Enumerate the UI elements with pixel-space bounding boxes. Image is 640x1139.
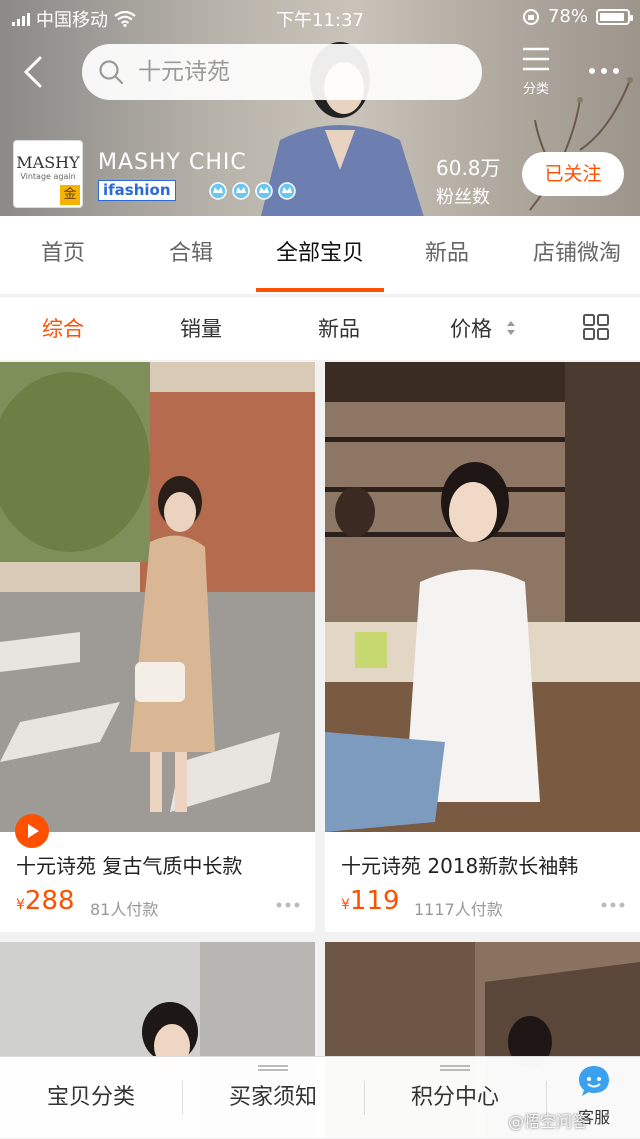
shop-logo[interactable]: MASHY Vintage again 金 [13, 140, 83, 208]
fans-label: 粉丝数 [436, 187, 490, 208]
product-image [325, 362, 640, 832]
shop-name: MASHY CHIC [98, 150, 247, 175]
product-card[interactable]: 十元诗苑 2018新款长袖韩 ¥119 1117人付款 [325, 362, 640, 932]
product-title[interactable]: 十元诗苑 2018新款长袖韩 [341, 850, 578, 879]
list-icon [523, 47, 549, 71]
sort-price[interactable]: 价格 [450, 297, 517, 361]
product-title[interactable]: 十元诗苑 复古气质中长款 [16, 850, 242, 879]
watermark: @悟空问答 [508, 1112, 589, 1131]
follow-button[interactable]: 已关注 [522, 152, 624, 196]
logo-text: MASHY [16, 153, 80, 172]
bottom-nav-label: 积分中心 [410, 1085, 499, 1110]
logo-subtext: Vintage again [20, 172, 76, 181]
play-icon [28, 824, 39, 838]
video-play-button[interactable] [15, 814, 49, 848]
category-label: 分类 [522, 82, 549, 97]
tab-microblog[interactable]: 店铺微淘 [518, 216, 636, 294]
sort-overall[interactable]: 综合 [42, 297, 84, 361]
bottom-nav-label: 买家须知 [228, 1085, 317, 1110]
more-options-icon[interactable] [600, 900, 626, 910]
status-bar: 中国移动 下午11:37 78% [0, 0, 640, 36]
search-icon [99, 60, 124, 85]
category-button[interactable]: 分类 [512, 46, 560, 98]
sort-sales[interactable]: 销量 [180, 297, 222, 361]
more-icon[interactable] [584, 56, 624, 86]
sort-new[interactable]: 新品 [318, 297, 360, 361]
tab-new[interactable]: 新品 [402, 216, 492, 294]
price-amount: 119 [349, 886, 400, 916]
ifashion-badge: ifashion [98, 180, 176, 201]
grid-view-icon[interactable] [583, 314, 609, 340]
tab-all-items[interactable]: 全部宝贝 [256, 216, 384, 294]
gold-badge: 金 [60, 185, 80, 205]
crown-icon [278, 182, 296, 200]
crown-icon [209, 182, 227, 200]
tab-home[interactable]: 首页 [18, 216, 108, 294]
currency-symbol: ¥ [341, 897, 350, 913]
crown-icon [232, 182, 250, 200]
bottom-nav-categories[interactable]: 宝贝分类 [0, 1057, 182, 1139]
sort-price-label: 价格 [450, 317, 492, 341]
active-tab-indicator [256, 288, 384, 292]
product-card[interactable]: 十元诗苑 复古气质中长款 ¥288 81人付款 [0, 362, 315, 932]
fans-count: 60.8万 [436, 156, 501, 180]
shop-rating [208, 181, 297, 201]
more-options-icon[interactable] [275, 900, 301, 910]
drag-handle-icon [440, 1065, 470, 1071]
shop-tabs: 首页 合辑 全部宝贝 新品 店铺微淘 [0, 216, 640, 294]
search-input[interactable] [138, 59, 438, 85]
tab-collections[interactable]: 合辑 [146, 216, 236, 294]
product-price: ¥288 [16, 886, 75, 916]
battery-percent: 78% [547, 6, 588, 27]
sold-count: 81人付款 [90, 900, 159, 919]
sold-count: 1117人付款 [414, 900, 503, 919]
bottom-nav-buyer-notice[interactable]: 买家须知 [182, 1057, 364, 1139]
fans-info: 60.8万 粉丝数 [436, 152, 501, 209]
orientation-lock-icon [522, 8, 539, 25]
battery-icon [596, 8, 633, 25]
ifashion-badge-text: ifashion [103, 181, 171, 199]
crown-icon [255, 182, 273, 200]
chat-bubble-icon [579, 1066, 609, 1096]
drag-handle-icon [258, 1065, 288, 1071]
currency-symbol: ¥ [16, 897, 25, 913]
price-amount: 288 [24, 886, 75, 916]
bottom-nav-label: 宝贝分类 [46, 1085, 135, 1110]
product-price: ¥119 [341, 886, 400, 916]
product-image [0, 362, 315, 832]
back-icon[interactable] [16, 52, 52, 92]
search-bar[interactable] [82, 44, 482, 100]
sort-arrows-icon [506, 321, 515, 335]
sort-bar: 综合 销量 新品 价格 [0, 296, 640, 360]
